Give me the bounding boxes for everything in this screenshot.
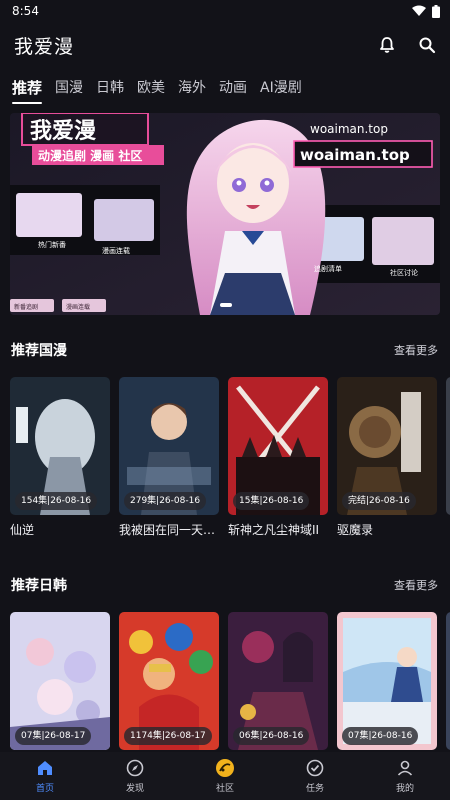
banner-tile-1: 热门新番	[38, 240, 66, 249]
media-card-partial[interactable]	[446, 612, 450, 750]
media-card-partial[interactable]	[446, 377, 450, 538]
wifi-icon	[412, 5, 426, 16]
banner-site-large: woaiman.top	[300, 146, 410, 164]
task-check-icon	[305, 758, 325, 778]
notification-bell-icon[interactable]	[376, 34, 398, 56]
episode-badge: 06集|26-08-16	[233, 727, 310, 745]
rihan-row: 07集|26-08-17 1174集|26-08-17 06集|26-08-16…	[10, 612, 450, 750]
status-time: 8:54	[12, 4, 39, 18]
card-title: 仙逆	[10, 523, 35, 537]
section-header-guoman: 推荐国漫 查看更多	[0, 340, 450, 360]
episode-badge: 完结|26-08-16	[342, 492, 416, 510]
nav-label: 首页	[35, 784, 54, 794]
media-card[interactable]: 07集|26-08-17	[10, 612, 110, 750]
episode-badge: 15集|26-08-16	[233, 492, 310, 510]
poster-image: 1174集|26-08-17	[119, 612, 219, 750]
profile-icon	[395, 758, 415, 778]
nav-label: 任务	[305, 784, 324, 794]
view-more-link[interactable]: 查看更多	[394, 577, 438, 593]
banner-page-indicator	[220, 303, 232, 307]
tab-oumei[interactable]: 欧美	[137, 76, 165, 104]
episode-badge: 279集|26-08-16	[124, 492, 207, 510]
app-title: 我爱漫	[14, 35, 75, 58]
poster-image: 07集|26-08-17	[10, 612, 110, 750]
promo-banner[interactable]: 我爱漫 动漫追剧 漫画 社区 woaiman.top woaiman.top 热…	[10, 113, 440, 315]
episode-badge: 07集|26-08-17	[15, 727, 92, 745]
status-bar: 8:54	[0, 0, 450, 22]
compass-icon	[125, 758, 145, 778]
tab-donghua[interactable]: 动画	[219, 76, 247, 104]
home-icon	[35, 758, 55, 778]
tab-rihan[interactable]: 日韩	[96, 76, 124, 104]
banner-tile-2: 漫画连载	[102, 246, 130, 255]
tab-haiwai[interactable]: 海外	[178, 76, 206, 104]
media-card[interactable]: 279集|26-08-16 我被困在同一天十万年	[119, 377, 219, 538]
tab-recommend[interactable]: 推荐	[12, 76, 43, 104]
tab-ai-manju[interactable]: AI漫剧	[260, 76, 302, 104]
banner-chip-2: 漫画连载	[66, 303, 90, 311]
bottom-nav: 首页 发现 社区 任务 我的	[0, 752, 450, 800]
media-card[interactable]: 06集|26-08-16	[228, 612, 328, 750]
community-icon	[215, 758, 235, 778]
episode-badge: 1174集|26-08-17	[124, 727, 212, 745]
status-icons	[412, 4, 440, 18]
nav-profile[interactable]: 我的	[375, 758, 435, 794]
category-tabs: 推荐 国漫 日韩 欧美 海外 动画 AI漫剧	[0, 76, 450, 106]
nav-community[interactable]: 社区	[195, 758, 255, 794]
card-title: 斩神之凡尘神域II	[228, 523, 320, 537]
card-title: 我被困在同一天十万年	[119, 523, 219, 537]
media-card[interactable]: 07集|26-08-16	[337, 612, 437, 750]
nav-discover[interactable]: 发现	[105, 758, 165, 794]
episode-badge: 07集|26-08-16	[342, 727, 419, 745]
search-icon[interactable]	[416, 34, 438, 56]
card-title: 驱魔录	[337, 523, 374, 537]
banner-chip-1: 新番追剧	[14, 303, 38, 311]
banner-tile-3: 追剧清单	[314, 264, 342, 273]
guoman-row: 154集|26-08-16 仙逆 279集|26-08-16 我被困在同一天十万…	[10, 377, 450, 538]
media-card[interactable]: 15集|26-08-16 斩神之凡尘神域II	[228, 377, 328, 538]
nav-tasks[interactable]: 任务	[285, 758, 345, 794]
nav-label: 发现	[125, 784, 144, 794]
media-card[interactable]: 154集|26-08-16 仙逆	[10, 377, 110, 538]
section-header-rihan: 推荐日韩 查看更多	[0, 575, 450, 595]
media-card[interactable]: 1174集|26-08-17	[119, 612, 219, 750]
tab-guoman[interactable]: 国漫	[55, 76, 83, 104]
battery-icon	[432, 4, 440, 18]
poster-image: 07集|26-08-16	[337, 612, 437, 750]
nav-label: 我的	[395, 784, 414, 794]
nav-home[interactable]: 首页	[15, 758, 75, 794]
nav-label: 社区	[215, 784, 234, 794]
poster-image	[446, 377, 450, 515]
banner-logo-text: 我爱漫	[30, 119, 96, 144]
poster-image	[446, 612, 450, 750]
poster-image: 15集|26-08-16	[228, 377, 328, 515]
banner-tile-4: 社区讨论	[390, 268, 418, 277]
banner-site-small: woaiman.top	[310, 122, 388, 136]
app-header: 我爱漫	[0, 28, 450, 62]
poster-image: 完结|26-08-16	[337, 377, 437, 515]
poster-image: 154集|26-08-16	[10, 377, 110, 515]
media-card[interactable]: 完结|26-08-16 驱魔录	[337, 377, 437, 538]
episode-badge: 154集|26-08-16	[15, 492, 98, 510]
section-title: 推荐日韩	[11, 578, 67, 594]
poster-image: 279集|26-08-16	[119, 377, 219, 515]
poster-image: 06集|26-08-16	[228, 612, 328, 750]
banner-subtitle: 动漫追剧 漫画 社区	[38, 148, 142, 163]
view-more-link[interactable]: 查看更多	[394, 342, 438, 358]
section-title: 推荐国漫	[11, 343, 67, 359]
